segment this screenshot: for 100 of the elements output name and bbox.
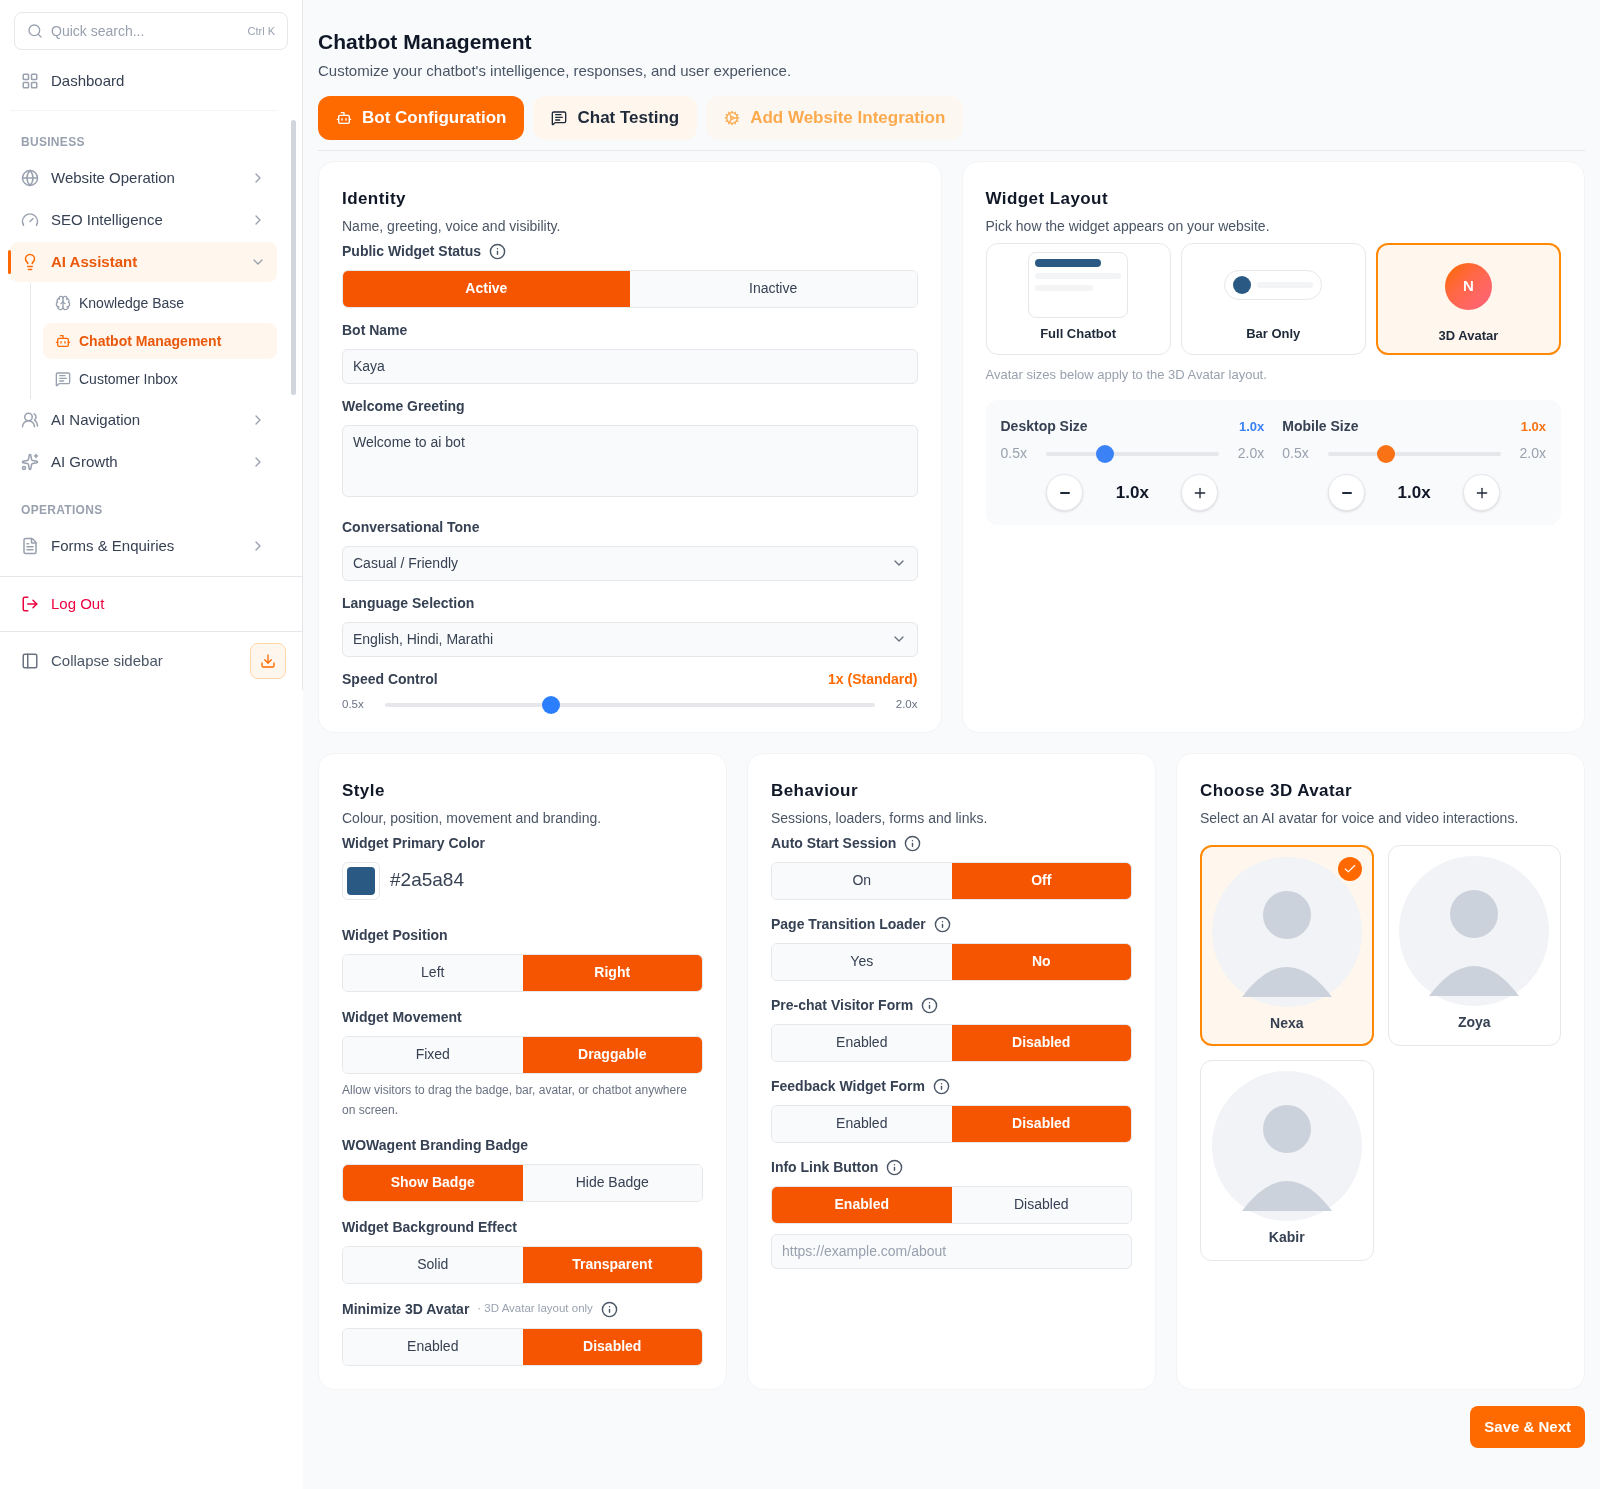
field-label: Auto Start Session xyxy=(771,833,897,853)
segment-option[interactable]: Disabled xyxy=(951,1186,1131,1223)
layout-note: Avatar sizes below apply to the 3D Avatar layout. xyxy=(985,365,1268,384)
check-badge xyxy=(1337,856,1362,881)
nav-item[interactable]: Dashboard xyxy=(10,62,277,100)
avatar-card[interactable]: Kabir xyxy=(1200,1059,1374,1261)
tab-icon xyxy=(724,110,741,126)
slider-min-label: 0.5x xyxy=(342,696,364,712)
nav-icon xyxy=(21,211,39,229)
collapse-sidebar-button[interactable]: Collapse sidebar xyxy=(10,642,250,680)
nav-icon xyxy=(21,411,39,429)
card-subtitle: Name, greeting, voice and visibility. xyxy=(342,216,562,236)
nav-icon xyxy=(21,169,39,187)
size-reading: 1.0x xyxy=(1238,417,1265,436)
card-title: Style xyxy=(342,780,386,802)
textarea-input[interactable]: Welcome to ai bot xyxy=(342,424,918,497)
nav-item[interactable]: AI Growth xyxy=(10,442,277,482)
field-label: Public Widget Status xyxy=(342,241,482,261)
size-value: 1.0x xyxy=(1396,481,1432,504)
section-label: OPERATIONS xyxy=(20,502,104,519)
field-hint: · 3D Avatar layout only xyxy=(477,1301,593,1317)
field-label: Bot Name xyxy=(342,320,408,340)
field-label: WOWagent Branding Badge xyxy=(342,1135,529,1155)
page-subtitle: Customize your chatbot's intelligence, responses, and user experience. xyxy=(318,60,793,81)
field-label: Pre-chat Visitor Form xyxy=(771,995,914,1015)
nav-item[interactable]: Forms & Enquiries xyxy=(10,526,277,566)
segment-option[interactable]: Fixed xyxy=(343,1036,523,1073)
card-title: Identity xyxy=(342,188,407,210)
nav-icon xyxy=(55,371,71,387)
slider-max-label: 2.0x xyxy=(1237,444,1265,463)
segment-option[interactable]: Inactive xyxy=(629,270,917,307)
field-note: Allow visitors to drag the badge, bar, avatar, or chatbot anywhere on screen. xyxy=(342,1081,688,1119)
slider-min-label: 0.5x xyxy=(1000,444,1027,463)
card-subtitle: Pick how the widget appears on your website. xyxy=(985,216,1271,236)
field-label: Page Transition Loader xyxy=(771,914,926,934)
card-subtitle: Sessions, loaders, forms and links. xyxy=(771,808,989,828)
minus-icon xyxy=(1059,491,1070,494)
download-button[interactable] xyxy=(250,643,286,679)
url-input[interactable]: https://example.com/about xyxy=(771,1233,1132,1269)
nav-subitem[interactable]: Customer Inbox xyxy=(43,361,277,397)
select-field[interactable]: Casual / Friendly xyxy=(342,545,918,581)
segment-option[interactable]: Yes xyxy=(772,943,952,980)
color-swatch[interactable] xyxy=(342,861,380,900)
field-label: Minimize 3D Avatar xyxy=(342,1299,470,1319)
card-title: Behaviour xyxy=(771,780,859,802)
grid-icon xyxy=(21,72,39,90)
scrollbar[interactable] xyxy=(291,120,296,395)
field-label: Widget Primary Color xyxy=(342,833,485,853)
slider-thumb[interactable] xyxy=(1377,444,1396,463)
size-label: Mobile Size xyxy=(1282,417,1359,436)
size-label: Desktop Size xyxy=(1000,417,1088,436)
slider-reading: 1x (Standard) xyxy=(828,669,918,689)
card-title: Widget Layout xyxy=(985,188,1109,210)
increase-button[interactable] xyxy=(1181,474,1219,511)
minus-icon xyxy=(1341,491,1352,494)
slider-thumb[interactable] xyxy=(542,695,561,714)
segment-option[interactable]: On xyxy=(772,862,952,899)
nav-item[interactable]: Website Operation xyxy=(10,158,277,198)
segment-option[interactable]: Enabled xyxy=(772,1105,952,1142)
slider-min-label: 0.5x xyxy=(1282,444,1309,463)
field-label: Speed Control xyxy=(342,669,438,689)
nav-item[interactable]: SEO Intelligence xyxy=(10,200,277,240)
tab[interactable]: Chat Testing xyxy=(533,96,698,140)
segment-option[interactable]: Solid xyxy=(343,1246,523,1283)
tab-icon xyxy=(336,110,352,126)
text-input[interactable]: Kaya xyxy=(342,348,918,384)
nav-icon xyxy=(21,537,39,555)
color-value: #2a5a84 xyxy=(390,868,464,893)
card-subtitle: Colour, position, movement and branding. xyxy=(342,808,603,828)
nav-icon xyxy=(21,453,39,471)
page-title: Chatbot Management xyxy=(318,29,533,55)
field-label: Feedback Widget Form xyxy=(771,1076,925,1096)
segment-option[interactable]: Hide Badge xyxy=(522,1164,702,1201)
avatar-card[interactable]: Nexa xyxy=(1200,844,1374,1046)
field-label: Language Selection xyxy=(342,593,475,613)
layout-option[interactable]: Bar Only xyxy=(1180,242,1366,355)
slider-max-label: 2.0x xyxy=(1519,444,1546,463)
shortcut-hint: Ctrl K xyxy=(247,23,275,39)
segment-option[interactable]: Enabled xyxy=(772,1024,952,1061)
search-icon xyxy=(27,23,43,39)
layout-option[interactable]: Full Chatbot xyxy=(985,242,1171,355)
field-label: Widget Movement xyxy=(342,1007,462,1027)
segment-option[interactable]: Left xyxy=(343,954,523,991)
increase-button[interactable] xyxy=(1463,474,1501,511)
size-reading: 1.0x xyxy=(1520,417,1546,436)
layout-option[interactable]: N 3D Avatar xyxy=(1375,242,1561,355)
avatar-initial: N xyxy=(1444,262,1492,310)
logout-button[interactable]: Log Out xyxy=(10,585,292,623)
nav-item[interactable]: AI Navigation xyxy=(10,400,277,440)
size-value: 1.0x xyxy=(1114,481,1150,504)
search-input[interactable]: Quick search... xyxy=(51,20,240,42)
select-field[interactable]: English, Hindi, Marathi xyxy=(342,621,918,657)
slider-thumb[interactable] xyxy=(1095,444,1114,463)
nav-subitem[interactable]: Knowledge Base xyxy=(43,285,277,321)
card-subtitle: Select an AI avatar for voice and video interactions. xyxy=(1200,808,1520,828)
field-label: Welcome Greeting xyxy=(342,396,465,416)
segment-option[interactable]: Enabled xyxy=(343,1328,523,1365)
avatar-card[interactable]: Zoya xyxy=(1387,844,1561,1046)
tab-icon xyxy=(551,110,568,126)
field-label: Widget Background Effect xyxy=(342,1217,517,1237)
